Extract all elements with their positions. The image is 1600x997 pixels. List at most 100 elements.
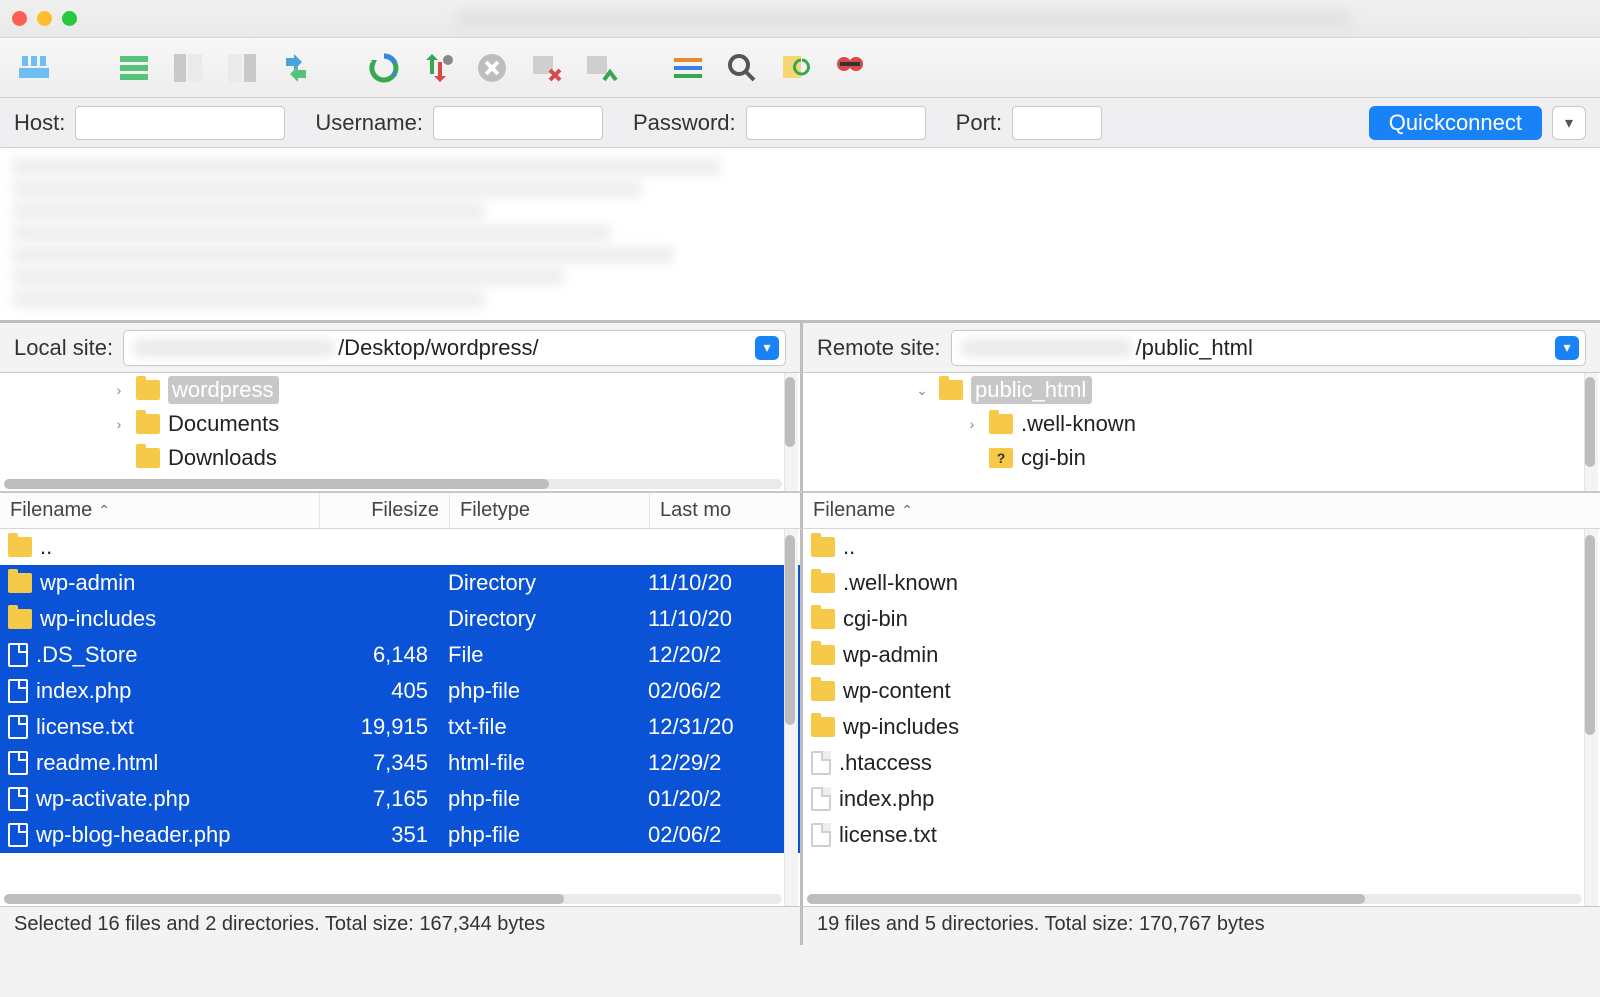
disconnect-button[interactable]: [522, 44, 570, 92]
table-row[interactable]: index.php405php-file02/06/2: [0, 673, 800, 709]
table-row[interactable]: wp-adminDirectory11/10/20: [0, 565, 800, 601]
table-row[interactable]: wp-includesDirectory11/10/20: [0, 601, 800, 637]
filename-cell: .htaccess: [839, 750, 932, 776]
tree-item-label: public_html: [971, 376, 1092, 404]
lastmod-cell: 11/10/20: [640, 606, 780, 632]
table-row[interactable]: ..: [803, 529, 1600, 565]
table-row[interactable]: .well-known: [803, 565, 1600, 601]
scrollbar-horizontal[interactable]: [4, 894, 782, 904]
tree-item[interactable]: › .well-known: [803, 407, 1600, 441]
minimize-icon[interactable]: [37, 11, 52, 26]
table-row[interactable]: cgi-bin: [803, 601, 1600, 637]
table-row[interactable]: wp-includes: [803, 709, 1600, 745]
quickconnect-history-button[interactable]: ▾: [1552, 106, 1586, 140]
scrollbar-horizontal[interactable]: [4, 479, 782, 489]
expand-caret-icon[interactable]: ⌄: [913, 382, 931, 399]
window-title: [457, 10, 1350, 28]
compare-button[interactable]: [772, 44, 820, 92]
scrollbar-horizontal[interactable]: [807, 894, 1582, 904]
folder-icon: [811, 537, 835, 557]
col-filename[interactable]: Filename⌃: [0, 493, 320, 528]
local-tree[interactable]: ›wordpress›DocumentsDownloads: [0, 373, 800, 491]
scrollbar-vertical[interactable]: [1584, 529, 1598, 906]
tree-item[interactable]: ›wordpress: [0, 373, 800, 407]
expand-caret-icon[interactable]: ›: [110, 382, 128, 398]
filename-cell: wp-includes: [843, 714, 959, 740]
tree-item[interactable]: Downloads: [0, 441, 800, 475]
folder-icon: [8, 609, 32, 629]
toggle-remote-tree-button[interactable]: [218, 44, 266, 92]
table-row[interactable]: wp-blog-header.php351php-file02/06/2: [0, 817, 800, 853]
reconnect-button[interactable]: [576, 44, 624, 92]
password-input[interactable]: [746, 106, 926, 140]
port-input[interactable]: [1012, 106, 1102, 140]
col-filename[interactable]: Filename⌃: [803, 493, 1600, 528]
sort-asc-icon: ⌃: [901, 502, 913, 519]
filetype-cell: html-file: [440, 750, 640, 776]
folder-icon: [136, 448, 160, 468]
remote-file-list[interactable]: ...well-knowncgi-binwp-adminwp-content wp…: [800, 529, 1600, 906]
toggle-local-tree-button[interactable]: [164, 44, 212, 92]
col-lastmod[interactable]: Last mo: [650, 493, 800, 528]
search-button[interactable]: [718, 44, 766, 92]
col-filesize[interactable]: Filesize: [320, 493, 450, 528]
toolbar: [0, 38, 1600, 98]
tree-item[interactable]: ⌄ public_html: [803, 373, 1600, 407]
chevron-down-icon[interactable]: ▾: [755, 336, 779, 360]
cancel-button[interactable]: [468, 44, 516, 92]
message-log[interactable]: [0, 148, 1600, 323]
local-site-path[interactable]: /Desktop/wordpress/ ▾: [123, 330, 786, 366]
filetype-cell: php-file: [440, 786, 640, 812]
scrollbar-vertical[interactable]: [784, 373, 798, 491]
filename-cell: ..: [40, 534, 52, 560]
username-input[interactable]: [433, 106, 603, 140]
table-row[interactable]: .htaccess: [803, 745, 1600, 781]
remote-site-label: Remote site:: [817, 335, 941, 361]
status-bar: Selected 16 files and 2 directories. Tot…: [0, 907, 1600, 945]
scrollbar-vertical[interactable]: [1584, 373, 1598, 491]
lastmod-cell: 01/20/2: [640, 786, 780, 812]
tree-item[interactable]: ?cgi-bin: [803, 441, 1600, 475]
table-row[interactable]: license.txt: [803, 817, 1600, 853]
remote-tree[interactable]: ⌄ public_html › .well-known ?cgi-bin: [800, 373, 1600, 491]
folder-icon: [811, 681, 835, 701]
quickconnect-button[interactable]: Quickconnect: [1369, 106, 1542, 140]
table-row[interactable]: wp-activate.php 7,165php-file01/20/2: [0, 781, 800, 817]
lastmod-cell: 02/06/2: [640, 822, 780, 848]
filename-cell: wp-activate.php: [36, 786, 190, 812]
filetype-cell: txt-file: [440, 714, 640, 740]
scrollbar-vertical[interactable]: [784, 529, 798, 906]
password-label: Password:: [633, 110, 736, 136]
table-row[interactable]: ..: [0, 529, 800, 565]
file-icon: [8, 787, 28, 811]
maximize-icon[interactable]: [62, 11, 77, 26]
col-filetype[interactable]: Filetype: [450, 493, 650, 528]
local-file-list[interactable]: .. wp-adminDirectory11/10/20wp-includesDi…: [0, 529, 800, 906]
remote-site-path[interactable]: /public_html ▾: [951, 330, 1587, 366]
table-row[interactable]: index.php: [803, 781, 1600, 817]
table-row[interactable]: wp-content: [803, 673, 1600, 709]
expand-caret-icon[interactable]: ›: [963, 416, 981, 432]
toggle-log-button[interactable]: [110, 44, 158, 92]
refresh-button[interactable]: [360, 44, 408, 92]
tree-item-label: .well-known: [1021, 411, 1136, 437]
lastmod-cell: 12/31/20: [640, 714, 780, 740]
process-queue-button[interactable]: [414, 44, 462, 92]
table-row[interactable]: readme.html7,345html-file12/29/2: [0, 745, 800, 781]
quickconnect-bar: Host: Username: Password: Port: Quickcon…: [0, 98, 1600, 148]
filter-button[interactable]: [664, 44, 712, 92]
host-input[interactable]: [75, 106, 285, 140]
filename-cell: wp-admin: [40, 570, 135, 596]
table-row[interactable]: wp-admin: [803, 637, 1600, 673]
find-button[interactable]: [826, 44, 874, 92]
tree-item[interactable]: ›Documents: [0, 407, 800, 441]
filesize-cell: 7,165: [310, 786, 440, 812]
toggle-transfer-queue-button[interactable]: [272, 44, 320, 92]
table-row[interactable]: license.txt19,915txt-file12/31/20: [0, 709, 800, 745]
table-row[interactable]: .DS_Store6,148File12/20/2: [0, 637, 800, 673]
site-manager-button[interactable]: [10, 44, 58, 92]
filetype-cell: php-file: [440, 822, 640, 848]
chevron-down-icon[interactable]: ▾: [1555, 336, 1579, 360]
close-icon[interactable]: [12, 11, 27, 26]
expand-caret-icon[interactable]: ›: [110, 416, 128, 432]
